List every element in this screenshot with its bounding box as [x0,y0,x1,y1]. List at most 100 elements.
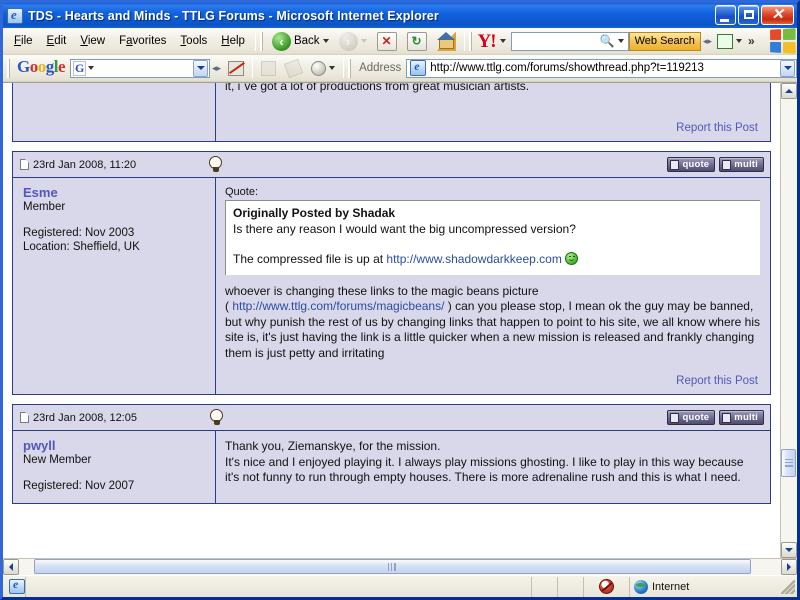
quote-button[interactable]: quote [667,410,715,425]
magnifier-icon[interactable]: 🔍 [600,34,615,48]
security-zone-cell[interactable]: Internet [629,577,779,597]
post-date: 23rd Jan 2008, 11:20 [33,159,136,171]
minimize-button[interactable] [715,5,736,25]
address-separator [343,58,344,78]
yahoo-logo-icon[interactable]: Y! [476,32,498,51]
back-button[interactable]: ‹ Back [267,30,334,52]
post-author-name[interactable]: pwyll [23,438,207,453]
google-badge-chevron-down-icon[interactable] [88,66,94,70]
post-actions: quote multi [667,410,764,425]
address-input[interactable]: http://www.ttlg.com/forums/showthread.ph… [406,59,797,78]
multiquote-button[interactable]: multi [719,157,764,172]
quote-button-label: quote [682,159,709,170]
multiquote-button-label: multi [734,412,758,423]
google-toolbar-resizer[interactable]: ◂▸ [210,63,223,74]
quote-button[interactable]: quote [667,157,715,172]
menu-file[interactable]: File [7,32,40,51]
quote-link[interactable]: http://www.shadowdarkkeep.com [386,252,561,266]
yahoo-search-input[interactable]: 🔍 [511,32,629,51]
google-highlight-button[interactable] [281,57,306,79]
highlighter-icon [284,58,303,77]
yahoo-mail-button[interactable] [714,30,745,52]
post-body: pwyll New Member Registered: Nov 2007 Th… [13,431,770,503]
yahoo-toolbar-grip[interactable] [469,32,473,51]
yahoo-chevron-down-icon[interactable] [500,39,506,43]
windows-flag-icon[interactable] [770,28,796,54]
report-post-link[interactable]: Report this Post [225,122,760,137]
post-esme: 23rd Jan 2008, 11:20 quote multi [12,151,771,395]
google-notes-button[interactable] [256,57,281,79]
report-post-link[interactable]: Report this Post [225,375,760,390]
menu-edit[interactable]: Edit [40,32,74,51]
menu-view[interactable]: View [73,32,112,51]
chevron-down-icon [785,548,793,552]
post-author-registered: Registered: Nov 2003 [23,226,207,240]
status-spacer-2 [557,577,583,597]
menu-favorites[interactable]: Favorites [112,32,173,51]
back-chevron-down-icon[interactable] [323,39,329,43]
google-search-input[interactable]: G [70,59,210,78]
horizontal-scroll-thumb[interactable] [34,559,750,574]
google-search-dropdown[interactable] [193,60,208,77]
popup-blocked-indicator[interactable] [583,577,629,597]
toolbar-grip[interactable] [260,32,264,51]
post-author-registered: Registered: Nov 2007 [23,479,207,493]
yahoo-search-chevron-down-icon[interactable] [618,39,624,43]
forward-chevron-down-icon [361,39,367,43]
mail-add-icon [717,34,733,49]
yahoo-mail-chevron-down-icon[interactable] [736,39,742,43]
scroll-down-button[interactable] [781,542,797,558]
google-logo-icon[interactable]: Google [14,57,70,79]
scroll-left-button[interactable] [3,559,19,575]
post-author-title: Member [23,200,207,215]
post-header: 23rd Jan 2008, 12:05 quote multi [13,405,770,431]
close-button[interactable]: ✕ [761,5,794,25]
home-button[interactable] [432,30,461,52]
google-options-chevron-down-icon[interactable] [329,66,335,70]
vertical-scroll-thumb[interactable] [781,449,796,477]
horizontal-scroll-track[interactable] [19,559,781,575]
google-options-button[interactable] [306,57,340,79]
window-resize-grip[interactable] [781,580,795,594]
vertical-scrollbar[interactable] [780,82,797,558]
scroll-right-button[interactable] [781,559,797,575]
multiquote-icon [722,160,731,170]
vertical-scroll-track[interactable] [781,99,797,542]
address-url-value: http://www.ttlg.com/forums/showthread.ph… [430,62,704,74]
post-author-column: Esme Member Registered: Nov 2003 Locatio… [13,178,216,394]
address-bar-grip[interactable] [348,59,352,78]
stop-button[interactable]: ✕ [372,30,402,52]
status-message [25,577,531,597]
horizontal-scrollbar[interactable] [3,558,797,575]
forward-arrow-icon: › [339,32,358,51]
scroll-up-button[interactable] [781,83,797,99]
chevron-left-icon [9,563,13,571]
page-viewport: still want some ambient musics for this … [3,82,797,558]
post-body: still want some ambient musics for this … [13,82,770,141]
address-dropdown-button[interactable] [780,60,795,77]
menu-tools[interactable]: Tools [173,32,214,51]
web-search-label: Web Search [635,35,695,47]
page-content: still want some ambient musics for this … [3,82,780,558]
post-body-link[interactable]: http://www.ttlg.com/forums/magicbeans/ [232,299,444,313]
address-label: Address [355,62,406,74]
notes-icon [261,61,276,76]
menu-help[interactable]: Help [214,32,252,51]
multiquote-icon [722,413,731,423]
post-text: Thank you, Ziemanskye, for the mission. … [225,439,760,486]
quote-icon [670,160,679,170]
google-toolbar-grip[interactable] [7,59,11,78]
web-search-button[interactable]: Web Search [629,32,701,51]
toolbar-overflow-button[interactable]: » [745,34,758,48]
refresh-button[interactable]: ↻ [402,30,432,52]
maximize-button[interactable] [738,5,759,25]
status-spacer-1 [531,577,557,597]
multiquote-button[interactable]: multi [719,410,764,425]
chevron-right-icon [787,563,791,571]
forward-button[interactable]: › [334,30,372,52]
post-author-name[interactable]: Esme [23,185,207,200]
yahoo-toolbar-resizer[interactable]: ◂▸ [701,36,714,47]
popup-blocker-button[interactable] [223,57,249,79]
toolbar-separator-2 [464,31,465,51]
title-bar: TDS - Hearts and Minds - TTLG Forums - M… [3,3,797,28]
